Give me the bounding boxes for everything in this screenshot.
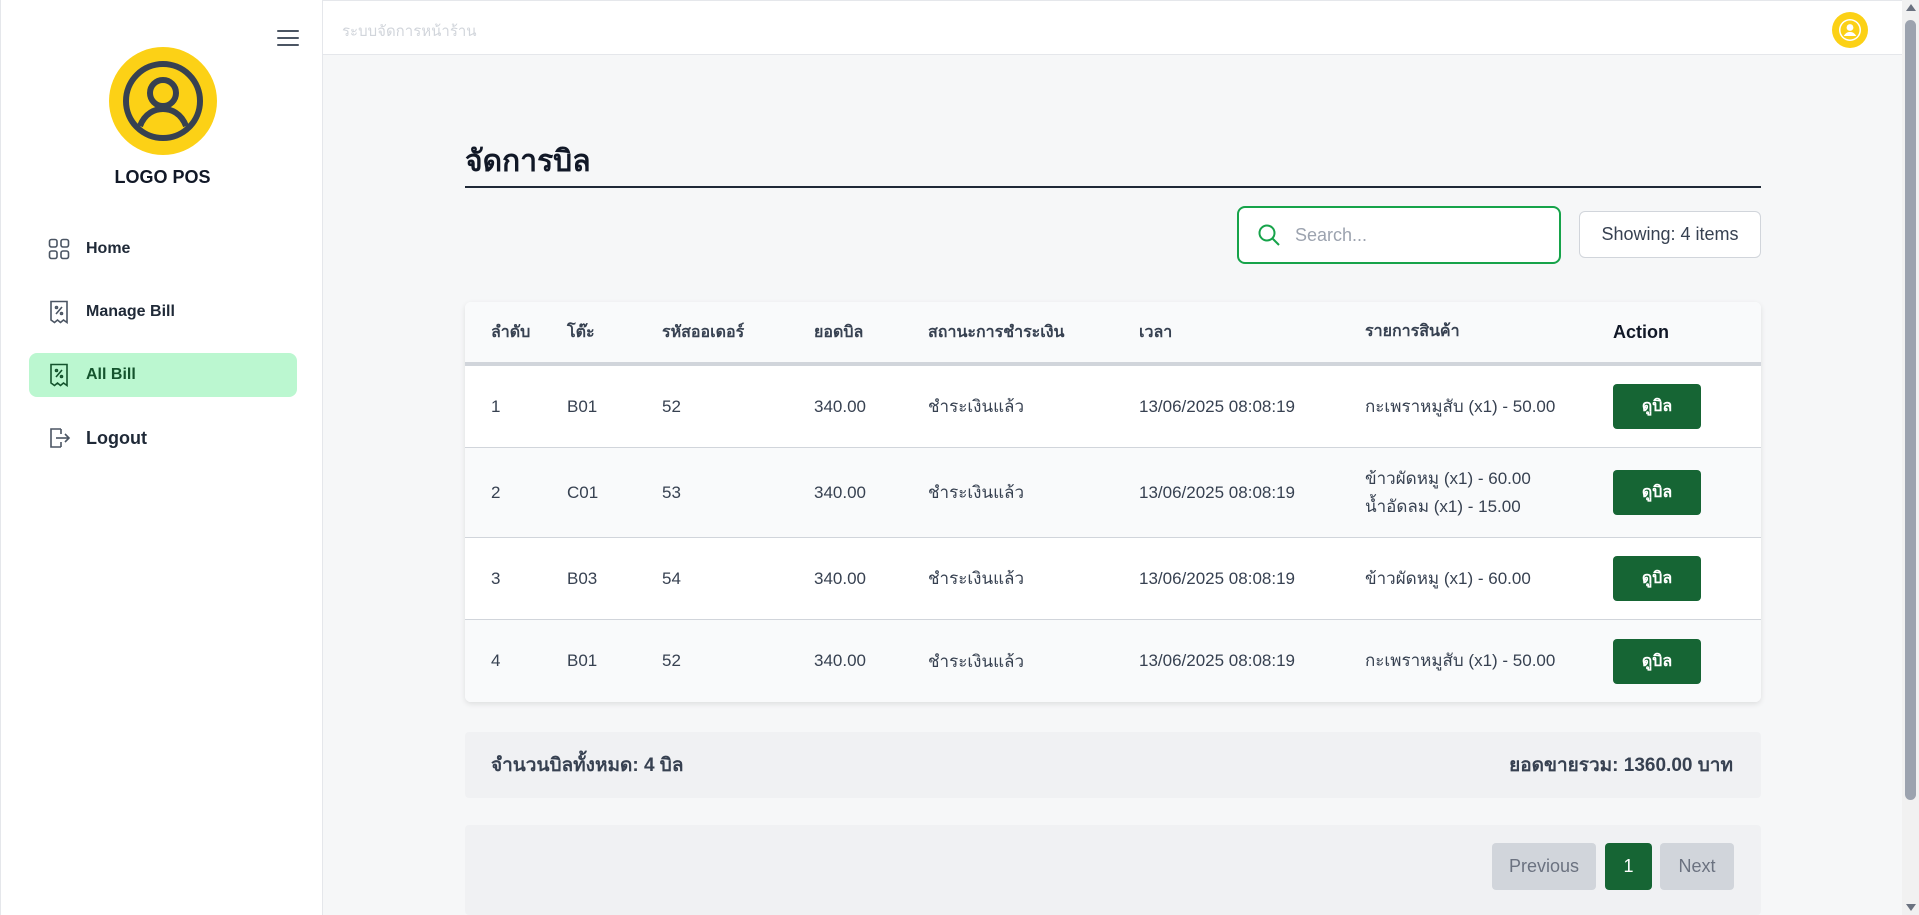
top-bar: ระบบจัดการหน้าร้าน [323, 0, 1902, 55]
cell-status: ชำระเงินแล้ว [928, 651, 1024, 671]
column-header: ลำดับ [491, 323, 531, 341]
view-bill-button[interactable]: ดูบิล [1613, 470, 1701, 515]
logo-text: LOGO POS [114, 167, 211, 187]
cell-order-id: 52 [662, 651, 681, 670]
sidebar-item-all-bill[interactable]: All Bill [29, 353, 297, 397]
cell-no: 4 [491, 651, 501, 670]
cell-total: 340.00 [814, 568, 866, 588]
cell-table: B03 [567, 568, 598, 588]
logo-icon [109, 47, 217, 155]
search-icon [1258, 224, 1280, 246]
cell-order-id: 52 [662, 396, 681, 416]
cell-order-id: 53 [662, 482, 681, 502]
table-row: 1 B01 52 340.00 ชำระเงินแล้ว 13/06/2025 … [465, 366, 1761, 448]
column-header: รายการสินค้า [1365, 323, 1460, 340]
cell-order-id: 54 [662, 568, 681, 588]
item-line: น้ำอัดลม (x1) - 15.00 [1365, 496, 1521, 516]
cell-status: ชำระเงินแล้ว [928, 569, 1024, 588]
sidebar-item-logout[interactable]: Logout [29, 416, 297, 460]
cell-time: 13/06/2025 08:08:19 [1139, 396, 1295, 416]
bill-count-text: จำนวนบิลทั้งหมด: 4 บิล [491, 755, 684, 776]
cell-table: B01 [567, 651, 598, 670]
item-line: ข้าวผัดหมู (x1) - 60.00 [1365, 568, 1531, 588]
view-bill-button[interactable]: ดูบิล [1613, 556, 1701, 601]
receipt-icon [47, 300, 71, 324]
view-bill-button[interactable]: ดูบิล [1613, 384, 1701, 429]
item-line: ข้าวผัดหมู (x1) - 60.00 [1365, 468, 1531, 488]
pagination: Previous 1 Next [465, 825, 1761, 915]
table-row: 4 B01 52 340.00 ชำระเงินแล้ว 13/06/2025 … [465, 620, 1761, 702]
cell-status: ชำระเงินแล้ว [928, 397, 1024, 416]
app-title: ระบบจัดการหน้าร้าน [342, 23, 477, 40]
cell-no: 1 [491, 396, 501, 416]
table-row: 2 C01 53 340.00 ชำระเงินแล้ว 13/06/2025 … [465, 448, 1761, 538]
view-bill-button[interactable]: ดูบิล [1613, 638, 1701, 684]
scrollbar-thumb[interactable] [1905, 20, 1916, 800]
title-divider [465, 186, 1761, 188]
cell-items: กะเพราหมูสับ (x1) - 50.00 [1365, 647, 1613, 675]
sidebar-nav: Home Manage Bill All Bill Logout [29, 227, 297, 479]
sales-total-text: ยอดขายรวม: 1360.00 บาท [1509, 755, 1733, 776]
column-header: รหัสออเดอร์ [662, 323, 745, 341]
page-scrollbar[interactable] [1902, 0, 1919, 915]
cell-status: ชำระเงินแล้ว [928, 483, 1024, 502]
cell-table: B01 [567, 396, 598, 416]
bills-table: ลำดับ โต๊ะ รหัสออเดอร์ ยอดบิล สถานะการชำ… [465, 302, 1761, 702]
cell-time: 13/06/2025 08:08:19 [1139, 482, 1295, 502]
cell-total: 340.00 [814, 651, 866, 670]
column-header: เวลา [1139, 323, 1173, 341]
search-input[interactable] [1295, 224, 1535, 246]
cell-total: 340.00 [814, 396, 866, 416]
table-row: 3 B03 54 340.00 ชำระเงินแล้ว 13/06/2025 … [465, 538, 1761, 620]
table-header: ลำดับ โต๊ะ รหัสออเดอร์ ยอดบิล สถานะการชำ… [465, 302, 1761, 366]
receipt-icon [47, 363, 71, 387]
item-line: กะเพราหมูสับ (x1) - 50.00 [1365, 651, 1556, 670]
cell-items: ข้าวผัดหมู (x1) - 60.00 [1365, 565, 1613, 593]
previous-page-button[interactable]: Previous [1492, 843, 1596, 890]
page-1-button[interactable]: 1 [1605, 843, 1652, 890]
sidebar-item-label: Logout [86, 427, 147, 448]
column-header: โต๊ะ [567, 323, 595, 341]
scroll-down-arrow-icon[interactable] [1906, 904, 1916, 911]
cell-time: 13/06/2025 08:08:19 [1139, 651, 1295, 670]
sidebar-item-label: Home [86, 240, 131, 257]
search-box[interactable] [1237, 206, 1561, 264]
scroll-up-arrow-icon[interactable] [1906, 4, 1916, 11]
cell-total: 340.00 [814, 482, 866, 502]
cell-no: 3 [491, 568, 501, 588]
sidebar-item-home[interactable]: Home [29, 227, 297, 271]
page-title: จัดการบิล [465, 145, 591, 178]
column-header: สถานะการชำระเงิน [928, 323, 1065, 341]
cell-items: ข้าวผัดหมู (x1) - 60.00 น้ำอัดลม (x1) - … [1365, 465, 1613, 521]
sidebar-item-label: Manage Bill [86, 303, 175, 320]
cell-no: 2 [491, 482, 501, 502]
logout-icon [47, 426, 71, 450]
grid-icon [47, 237, 71, 261]
bill-summary: จำนวนบิลทั้งหมด: 4 บิล ยอดขายรวม: 1360.0… [465, 732, 1761, 798]
column-header: ยอดบิล [814, 323, 864, 341]
showing-count: Showing: 4 items [1579, 211, 1761, 258]
next-page-button[interactable]: Next [1660, 843, 1734, 890]
cell-items: กะเพราหมูสับ (x1) - 50.00 [1365, 393, 1613, 421]
cell-time: 13/06/2025 08:08:19 [1139, 568, 1295, 588]
sidebar-item-label: All Bill [86, 366, 136, 383]
user-avatar-icon[interactable] [1832, 12, 1868, 48]
hamburger-menu-icon[interactable] [277, 28, 299, 48]
cell-table: C01 [567, 482, 599, 502]
sidebar-item-manage-bill[interactable]: Manage Bill [29, 290, 297, 334]
item-line: กะเพราหมูสับ (x1) - 50.00 [1365, 396, 1556, 416]
column-header: Action [1613, 321, 1669, 342]
sidebar: LOGO POS Home Manage Bill All Bill Logou… [0, 0, 323, 915]
